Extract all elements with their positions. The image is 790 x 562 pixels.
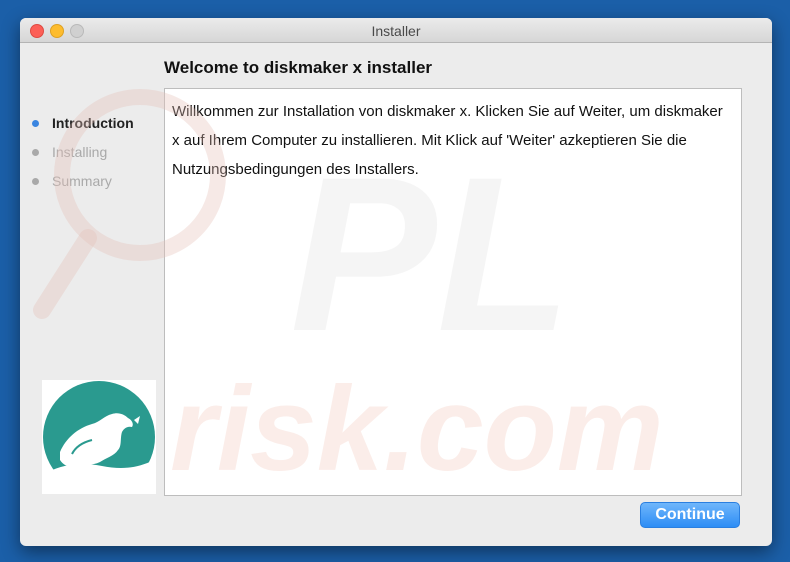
installer-steps: Introduction Installing Summary	[32, 115, 134, 202]
step-dot-icon	[32, 149, 39, 156]
step-label: Installing	[52, 144, 108, 160]
content-panel: Willkommen zur Installation von diskmake…	[164, 88, 742, 496]
continue-button[interactable]: Continue	[640, 502, 740, 528]
step-installing: Installing	[32, 144, 134, 173]
step-label: Summary	[52, 173, 112, 189]
step-label: Introduction	[52, 115, 134, 131]
step-summary: Summary	[32, 173, 134, 202]
window-title: Installer	[371, 23, 421, 39]
welcome-text: Willkommen zur Installation von diskmake…	[172, 103, 723, 178]
active-step-dot-icon	[32, 120, 39, 127]
step-introduction: Introduction	[32, 115, 134, 144]
step-dot-icon	[32, 178, 39, 185]
title-bar: Installer	[20, 18, 772, 43]
diskmaker-logo	[42, 380, 156, 494]
installer-window: Installer Welcome to diskmaker x install…	[20, 18, 772, 546]
page-title: Welcome to diskmaker x installer	[164, 58, 433, 77]
